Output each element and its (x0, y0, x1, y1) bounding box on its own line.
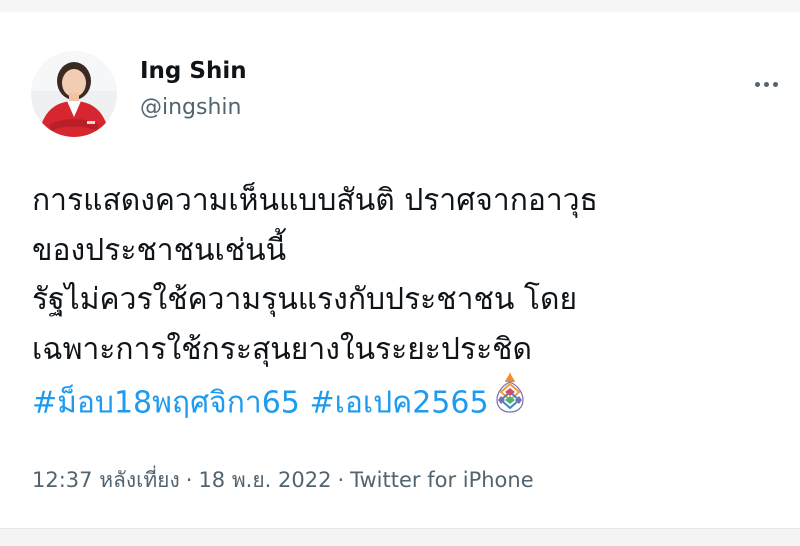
author-avatar[interactable] (31, 51, 117, 137)
hashtag-line: #ม็อบ18พฤศจิกา65 #เอเปค2565 (32, 372, 772, 434)
more-options-button[interactable] (748, 70, 784, 98)
tweet-source[interactable]: Twitter for iPhone (350, 468, 534, 492)
apec-hashflag-icon (495, 370, 525, 430)
top-divider (0, 0, 800, 12)
meta-separator: · (185, 468, 193, 492)
tweet-text: การแสดงความเห็นแบบสันติ ปราศจากอาวุธ ของ… (32, 176, 772, 434)
more-dot-icon (763, 81, 769, 87)
bottom-divider (0, 528, 800, 546)
tweet-screenshot: Ing Shin @ingshin การแสดงความเห็นแบบสันต… (0, 0, 800, 546)
author-display-name[interactable]: Ing Shin (140, 58, 247, 84)
tweet-text-line: ของประชาชนเช่นนี้ (32, 232, 287, 268)
profile-photo-avatar-icon (31, 51, 117, 137)
more-dot-icon (772, 81, 778, 87)
more-dot-icon (754, 81, 760, 87)
meta-separator: · (337, 468, 345, 492)
tweet-text-line: การแสดงความเห็นแบบสันติ ปราศจากอาวุธ (32, 183, 598, 218)
hashtag-mob-18-nov-65[interactable]: #ม็อบ18พฤศจิกา65 (32, 385, 300, 420)
tweet-text-line: เฉพาะการใช้กระสุนยางในระยะประชิด (32, 331, 533, 367)
tweet-meta: 12:37 หลังเที่ยง · 18 พ.ย. 2022 · Twitter fo… (32, 464, 534, 497)
tweet-date[interactable]: 18 พ.ย. 2022 (198, 468, 331, 492)
tweet-text-line: รัฐไม่ควรใช้ความรุนแรงกับประชาชน โดย (32, 282, 578, 317)
author-handle[interactable]: @ingshin (140, 95, 241, 120)
hashtag-apec-2565[interactable]: #เอเปค2565 (309, 385, 488, 420)
tweet-time[interactable]: 12:37 หลังเที่ยง (32, 468, 180, 492)
